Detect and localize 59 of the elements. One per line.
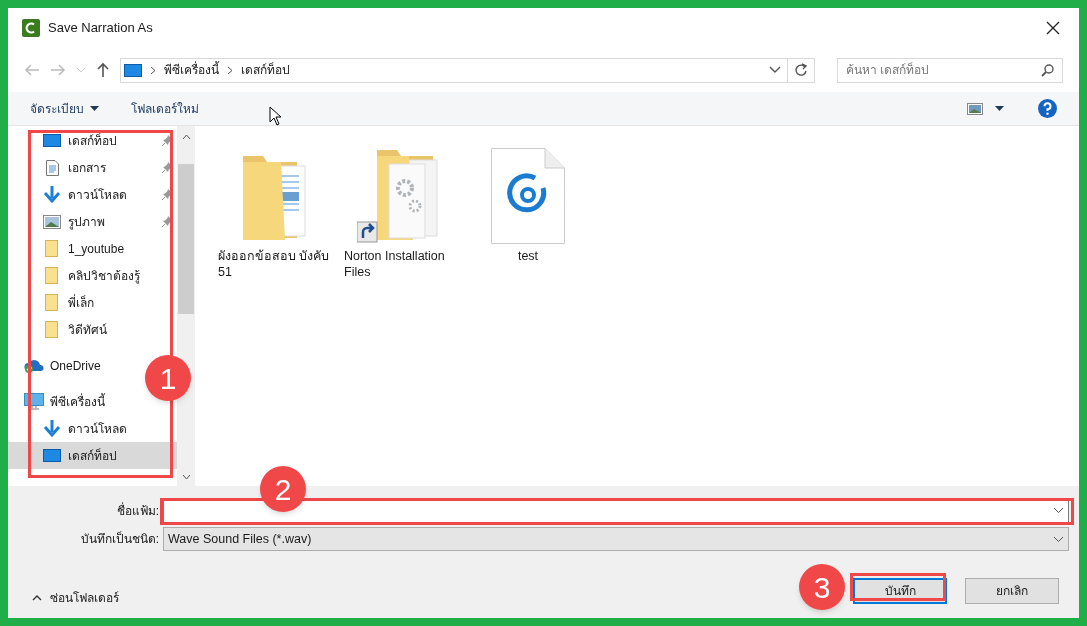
sidebar-item[interactable]: พี่เล็ก bbox=[8, 289, 100, 316]
search-input[interactable]: ค้นหา เดสก์ท็อป bbox=[846, 61, 1041, 79]
help-icon[interactable] bbox=[1038, 99, 1057, 118]
breadcrumb-separator-icon[interactable] bbox=[227, 65, 233, 75]
window-title: Save Narration As bbox=[48, 19, 153, 38]
scrollbar[interactable] bbox=[177, 126, 195, 486]
pin-icon[interactable] bbox=[162, 189, 173, 200]
view-dropdown-icon[interactable] bbox=[995, 106, 1004, 111]
desktop-icon bbox=[124, 63, 142, 77]
scroll-up-icon[interactable] bbox=[181, 134, 191, 140]
pin-icon[interactable] bbox=[162, 216, 173, 227]
sidebar-item[interactable]: รูปภาพ bbox=[8, 208, 177, 235]
file-item[interactable]: test bbox=[467, 140, 589, 268]
file-item[interactable]: Norton Installation Files bbox=[341, 140, 463, 284]
new-folder-button[interactable]: โฟลเดอร์ใหม่ bbox=[131, 99, 199, 118]
sidebar-item[interactable]: วิดีทัศน์ bbox=[8, 316, 113, 343]
sidebar-item[interactable]: OneDrive bbox=[8, 352, 107, 379]
breadcrumb-item[interactable]: พีซีเครื่องนี้ bbox=[164, 61, 219, 79]
sidebar-item[interactable]: พีซีเครื่องนี้ bbox=[8, 388, 111, 415]
sidebar-item[interactable]: เอกสาร bbox=[8, 154, 177, 181]
desktop-icon bbox=[42, 448, 62, 463]
file-name-label: ชื่อแฟ้ม: bbox=[115, 501, 160, 520]
file-type-label: บันทึกเป็นชนิด: bbox=[79, 530, 160, 548]
hide-folders-button[interactable]: ซ่อนโฟลเดอร์ bbox=[32, 589, 119, 607]
scroll-down-icon[interactable] bbox=[181, 474, 191, 480]
down-arrow-icon bbox=[42, 186, 62, 203]
address-bar[interactable]: พีซีเครื่องนี้ เดสก์ท็อป bbox=[120, 57, 815, 83]
refresh-icon[interactable] bbox=[794, 63, 808, 77]
down-arrow-icon bbox=[42, 420, 62, 437]
sidebar-item[interactable]: เดสก์ท็อป bbox=[8, 127, 177, 154]
file-item[interactable]: ผังออกข้อสอบ บังคับ 51 bbox=[215, 140, 337, 284]
sidebar-item[interactable]: 1_youtube bbox=[8, 235, 131, 262]
breadcrumb-separator-icon[interactable] bbox=[150, 65, 156, 75]
sidebar-item[interactable]: เดสก์ท็อป bbox=[8, 442, 177, 469]
cloud-check-icon bbox=[24, 358, 44, 373]
breadcrumb-item[interactable]: เดสก์ท็อป bbox=[241, 61, 290, 79]
chevron-up-icon[interactable] bbox=[32, 595, 42, 601]
chevron-down-icon[interactable] bbox=[1053, 535, 1064, 543]
chevron-down-icon[interactable] bbox=[769, 66, 781, 74]
sidebar-item[interactable]: ดาวน์โหลด bbox=[8, 181, 177, 208]
pin-icon[interactable] bbox=[162, 162, 173, 173]
close-icon[interactable] bbox=[1046, 21, 1060, 35]
step-number-badge: 2 bbox=[260, 466, 306, 512]
up-arrow-icon[interactable] bbox=[96, 62, 110, 78]
pin-icon[interactable] bbox=[162, 135, 173, 146]
organize-button[interactable]: จัดระเบียบ bbox=[30, 99, 99, 118]
step-number-badge: 1 bbox=[145, 355, 191, 401]
view-picture-icon[interactable] bbox=[967, 102, 983, 115]
sidebar-item[interactable]: คลิปวิชาต้องรู้ bbox=[8, 262, 146, 289]
dropdown-triangle-icon[interactable] bbox=[90, 106, 99, 111]
search-field[interactable]: ค้นหา เดสก์ท็อป bbox=[837, 57, 1063, 83]
search-icon[interactable] bbox=[1041, 63, 1054, 77]
cancel-button[interactable]: ยกเลิก bbox=[965, 578, 1059, 604]
picture-icon bbox=[42, 214, 62, 229]
desktop-icon bbox=[42, 133, 62, 148]
chevron-down-icon[interactable] bbox=[1053, 507, 1064, 514]
app-logo-icon bbox=[22, 19, 40, 37]
file-type-dropdown[interactable]: Wave Sound Files (*.wav) bbox=[163, 527, 1069, 551]
sidebar-item[interactable]: ดาวน์โหลด bbox=[8, 415, 133, 442]
